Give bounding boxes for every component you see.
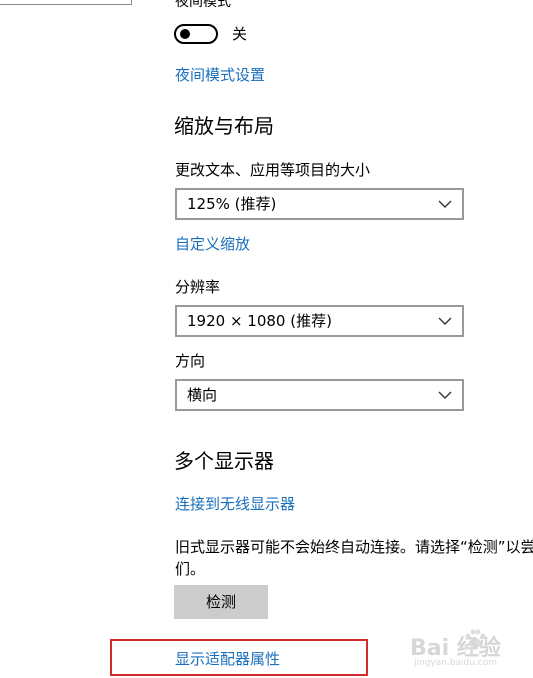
resolution-value: 1920 × 1080 (推荐) bbox=[187, 312, 332, 330]
night-mode-toggle[interactable] bbox=[174, 24, 218, 44]
orientation-value: 横向 bbox=[187, 386, 218, 404]
detect-button[interactable]: 检测 bbox=[174, 585, 268, 619]
night-mode-label: 夜间模式 bbox=[175, 0, 231, 10]
orientation-select[interactable]: 横向 bbox=[175, 379, 464, 411]
text-size-select[interactable]: 125% (推荐) bbox=[175, 188, 464, 220]
night-mode-settings-link[interactable]: 夜间模式设置 bbox=[175, 65, 265, 85]
baidu-watermark: Bai 经验 jingyan.baidu.com bbox=[410, 624, 530, 674]
description-line-2: 们。 bbox=[175, 560, 206, 578]
display-adapter-properties-link[interactable]: 显示适配器属性 bbox=[175, 649, 280, 669]
text-size-value: 125% (推荐) bbox=[187, 195, 277, 213]
legacy-display-description: 旧式显示器可能不会始终自动连接。请选择“检测”以尝 们。 bbox=[175, 536, 533, 580]
night-mode-state: 关 bbox=[232, 25, 248, 43]
chevron-down-icon bbox=[438, 200, 452, 208]
scale-layout-title: 缩放与布局 bbox=[174, 114, 274, 138]
partial-left-box bbox=[0, 0, 132, 5]
toggle-knob bbox=[180, 29, 190, 39]
watermark-url: jingyan.baidu.com bbox=[414, 658, 498, 668]
resolution-label: 分辨率 bbox=[175, 278, 221, 296]
chevron-down-icon bbox=[438, 391, 452, 399]
multi-display-title: 多个显示器 bbox=[174, 449, 274, 473]
text-size-label: 更改文本、应用等项目的大小 bbox=[175, 161, 371, 179]
custom-scale-link[interactable]: 自定义缩放 bbox=[175, 234, 250, 254]
resolution-select[interactable]: 1920 × 1080 (推荐) bbox=[175, 305, 464, 337]
chevron-down-icon bbox=[438, 317, 452, 325]
wireless-display-link[interactable]: 连接到无线显示器 bbox=[175, 494, 295, 514]
description-line-1: 旧式显示器可能不会始终自动连接。请选择“检测”以尝 bbox=[175, 538, 533, 556]
orientation-label: 方向 bbox=[175, 352, 206, 370]
